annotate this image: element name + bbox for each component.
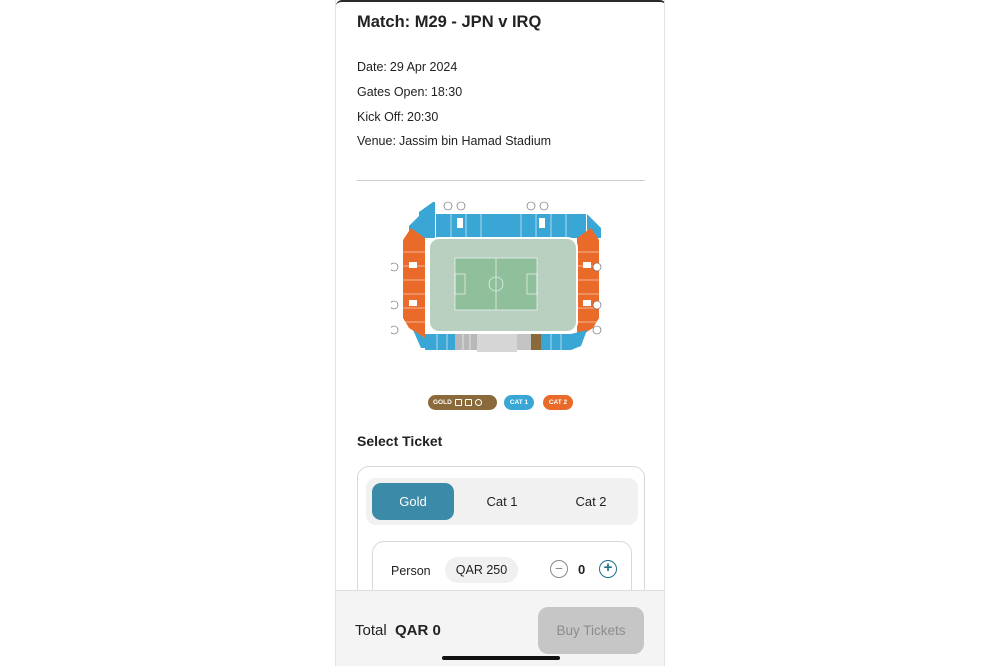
stadium-map[interactable] (391, 198, 611, 360)
venue-value: Jassim bin Hamad Stadium (398, 134, 552, 148)
category-tabs: Gold Cat 1 Cat 2 (366, 478, 638, 525)
date-row: Date: 29 Apr 2024 (357, 60, 457, 74)
date-value: 29 Apr 2024 (389, 60, 458, 74)
gates-row: Gates Open: 18:30 (357, 85, 462, 99)
quantity-value: 0 (578, 562, 586, 577)
date-label: Date: (357, 60, 387, 74)
kickoff-value: 20:30 (407, 110, 439, 124)
divider (357, 180, 645, 181)
total-value: QAR 0 (395, 622, 441, 639)
ticket-type-label: Person (391, 564, 431, 578)
tab-gold[interactable]: Gold (372, 483, 454, 520)
price-chip: QAR 250 (445, 557, 518, 583)
tab-cat-1[interactable]: Cat 1 (461, 483, 543, 520)
sheet-top-edge (336, 0, 664, 6)
kickoff-label: Kick Off: (357, 110, 405, 124)
gates-label: Gates Open: (357, 85, 428, 99)
category-legend: GOLD CAT 1 CAT 2 (428, 395, 588, 411)
home-indicator (442, 656, 560, 660)
checkout-footer: Total QAR 0 Buy Tickets (336, 590, 664, 666)
minus-icon[interactable]: − (550, 560, 568, 578)
gates-value: 18:30 (430, 85, 463, 99)
venue-label: Venue: (357, 134, 396, 148)
legend-gold-label: GOLD (433, 399, 452, 406)
cutlery-icon (474, 398, 482, 406)
total-label: Total (355, 622, 387, 639)
match-title: Match: M29 - JPN v IRQ (357, 13, 542, 31)
legend-cat1: CAT 1 (504, 395, 534, 410)
tab-cat-2[interactable]: Cat 2 (550, 483, 632, 520)
buy-tickets-button[interactable]: Buy Tickets (538, 607, 644, 654)
menu-icon (454, 398, 462, 406)
legend-gold: GOLD (428, 395, 497, 410)
legend-cat2: CAT 2 (543, 395, 573, 410)
plus-icon[interactable]: + (599, 560, 617, 578)
venue-row: Venue: Jassim bin Hamad Stadium (357, 134, 551, 148)
phone-screen: Match: M29 - JPN v IRQ Date: 29 Apr 2024 … (335, 0, 665, 666)
kickoff-row: Kick Off: 20:30 (357, 110, 438, 124)
seat-icon (464, 398, 472, 406)
select-ticket-title: Select Ticket (357, 433, 443, 449)
